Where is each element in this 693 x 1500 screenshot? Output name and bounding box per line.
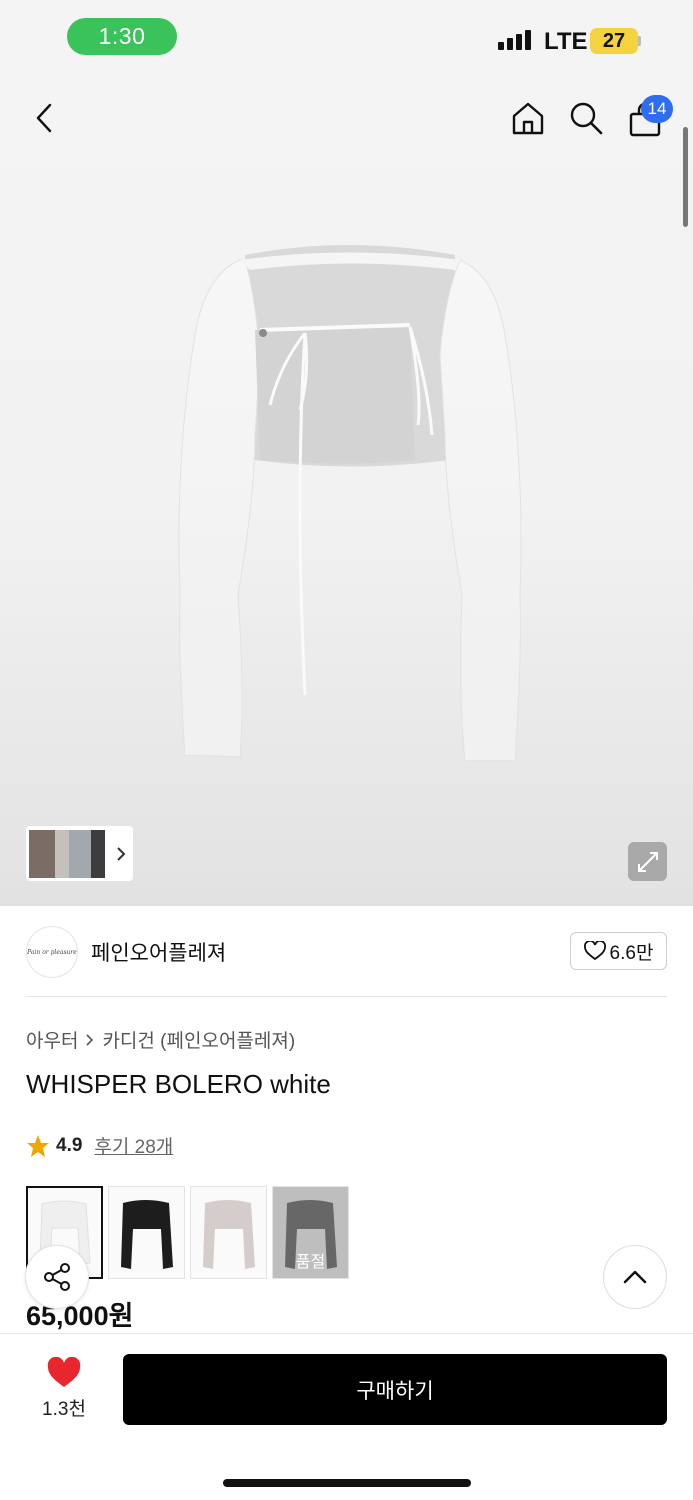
rating-score: 4.9	[56, 1134, 83, 1156]
home-icon	[512, 102, 544, 135]
chevron-right-icon	[86, 1033, 94, 1046]
breadcrumb: 아우터 카디건 (페인오어플레져)	[26, 1026, 295, 1053]
gallery-thumb[interactable]	[91, 829, 105, 878]
product-title: WHISPER BOLERO white	[26, 1069, 331, 1099]
reviews-link[interactable]: 후기 28개	[94, 1132, 173, 1159]
heart-outline-icon	[583, 941, 606, 961]
search-button[interactable]	[563, 95, 609, 141]
like-count: 1.3천	[42, 1399, 86, 1420]
star-icon	[27, 1134, 49, 1157]
status-time: 1:30	[67, 18, 177, 55]
soldout-label: 품절	[273, 1187, 348, 1278]
share-icon	[44, 1263, 70, 1291]
product-photo[interactable]	[160, 235, 540, 775]
expand-image-button[interactable]	[628, 842, 667, 881]
battery-icon: 27	[590, 28, 638, 54]
signal-icon	[498, 30, 531, 50]
home-button[interactable]	[505, 95, 551, 141]
search-icon	[570, 102, 603, 135]
gallery-thumb[interactable]	[55, 829, 69, 878]
heart-filled-icon	[47, 1356, 81, 1387]
favorite-count: 6.6만	[609, 942, 654, 964]
scroll-top-button[interactable]	[603, 1245, 667, 1309]
gallery-thumb[interactable]	[69, 829, 91, 878]
product-rating: 4.9 후기 28개	[26, 1132, 173, 1159]
brand-favorite-button[interactable]: 6.6만	[570, 932, 667, 970]
share-button[interactable]	[25, 1245, 89, 1309]
home-indicator	[223, 1479, 471, 1487]
product-image-area: 1:30 LTE 27 14	[0, 0, 693, 906]
chevron-up-icon	[623, 1270, 647, 1284]
brand-logo[interactable]: Pain or pleasure	[26, 926, 78, 978]
expand-icon	[637, 851, 658, 872]
brand-name[interactable]: 페인오어플레져	[91, 937, 226, 967]
like-button[interactable]	[46, 1356, 82, 1394]
buy-button[interactable]: 구매하기	[123, 1354, 667, 1425]
variant-black[interactable]	[108, 1186, 185, 1279]
variant-thumbnail	[191, 1187, 266, 1278]
breadcrumb-category[interactable]: 아우터	[26, 1026, 78, 1053]
network-label: LTE	[544, 28, 588, 55]
scrollbar[interactable]	[683, 127, 688, 227]
back-button[interactable]	[22, 95, 68, 141]
cart-count-badge: 14	[641, 95, 673, 123]
variant-soldout[interactable]: 품절	[272, 1186, 349, 1279]
battery-tip	[638, 36, 641, 46]
gallery-thumb[interactable]	[29, 829, 55, 878]
breadcrumb-subcategory[interactable]: 카디건 (페인오어플레져)	[102, 1026, 295, 1053]
divider	[26, 996, 667, 997]
gallery-thumbnails[interactable]	[26, 826, 133, 881]
chevron-left-icon	[36, 103, 52, 133]
chevron-right-icon	[117, 846, 126, 861]
variant-pink-grey[interactable]	[190, 1186, 267, 1279]
variant-thumbnail	[109, 1187, 184, 1278]
